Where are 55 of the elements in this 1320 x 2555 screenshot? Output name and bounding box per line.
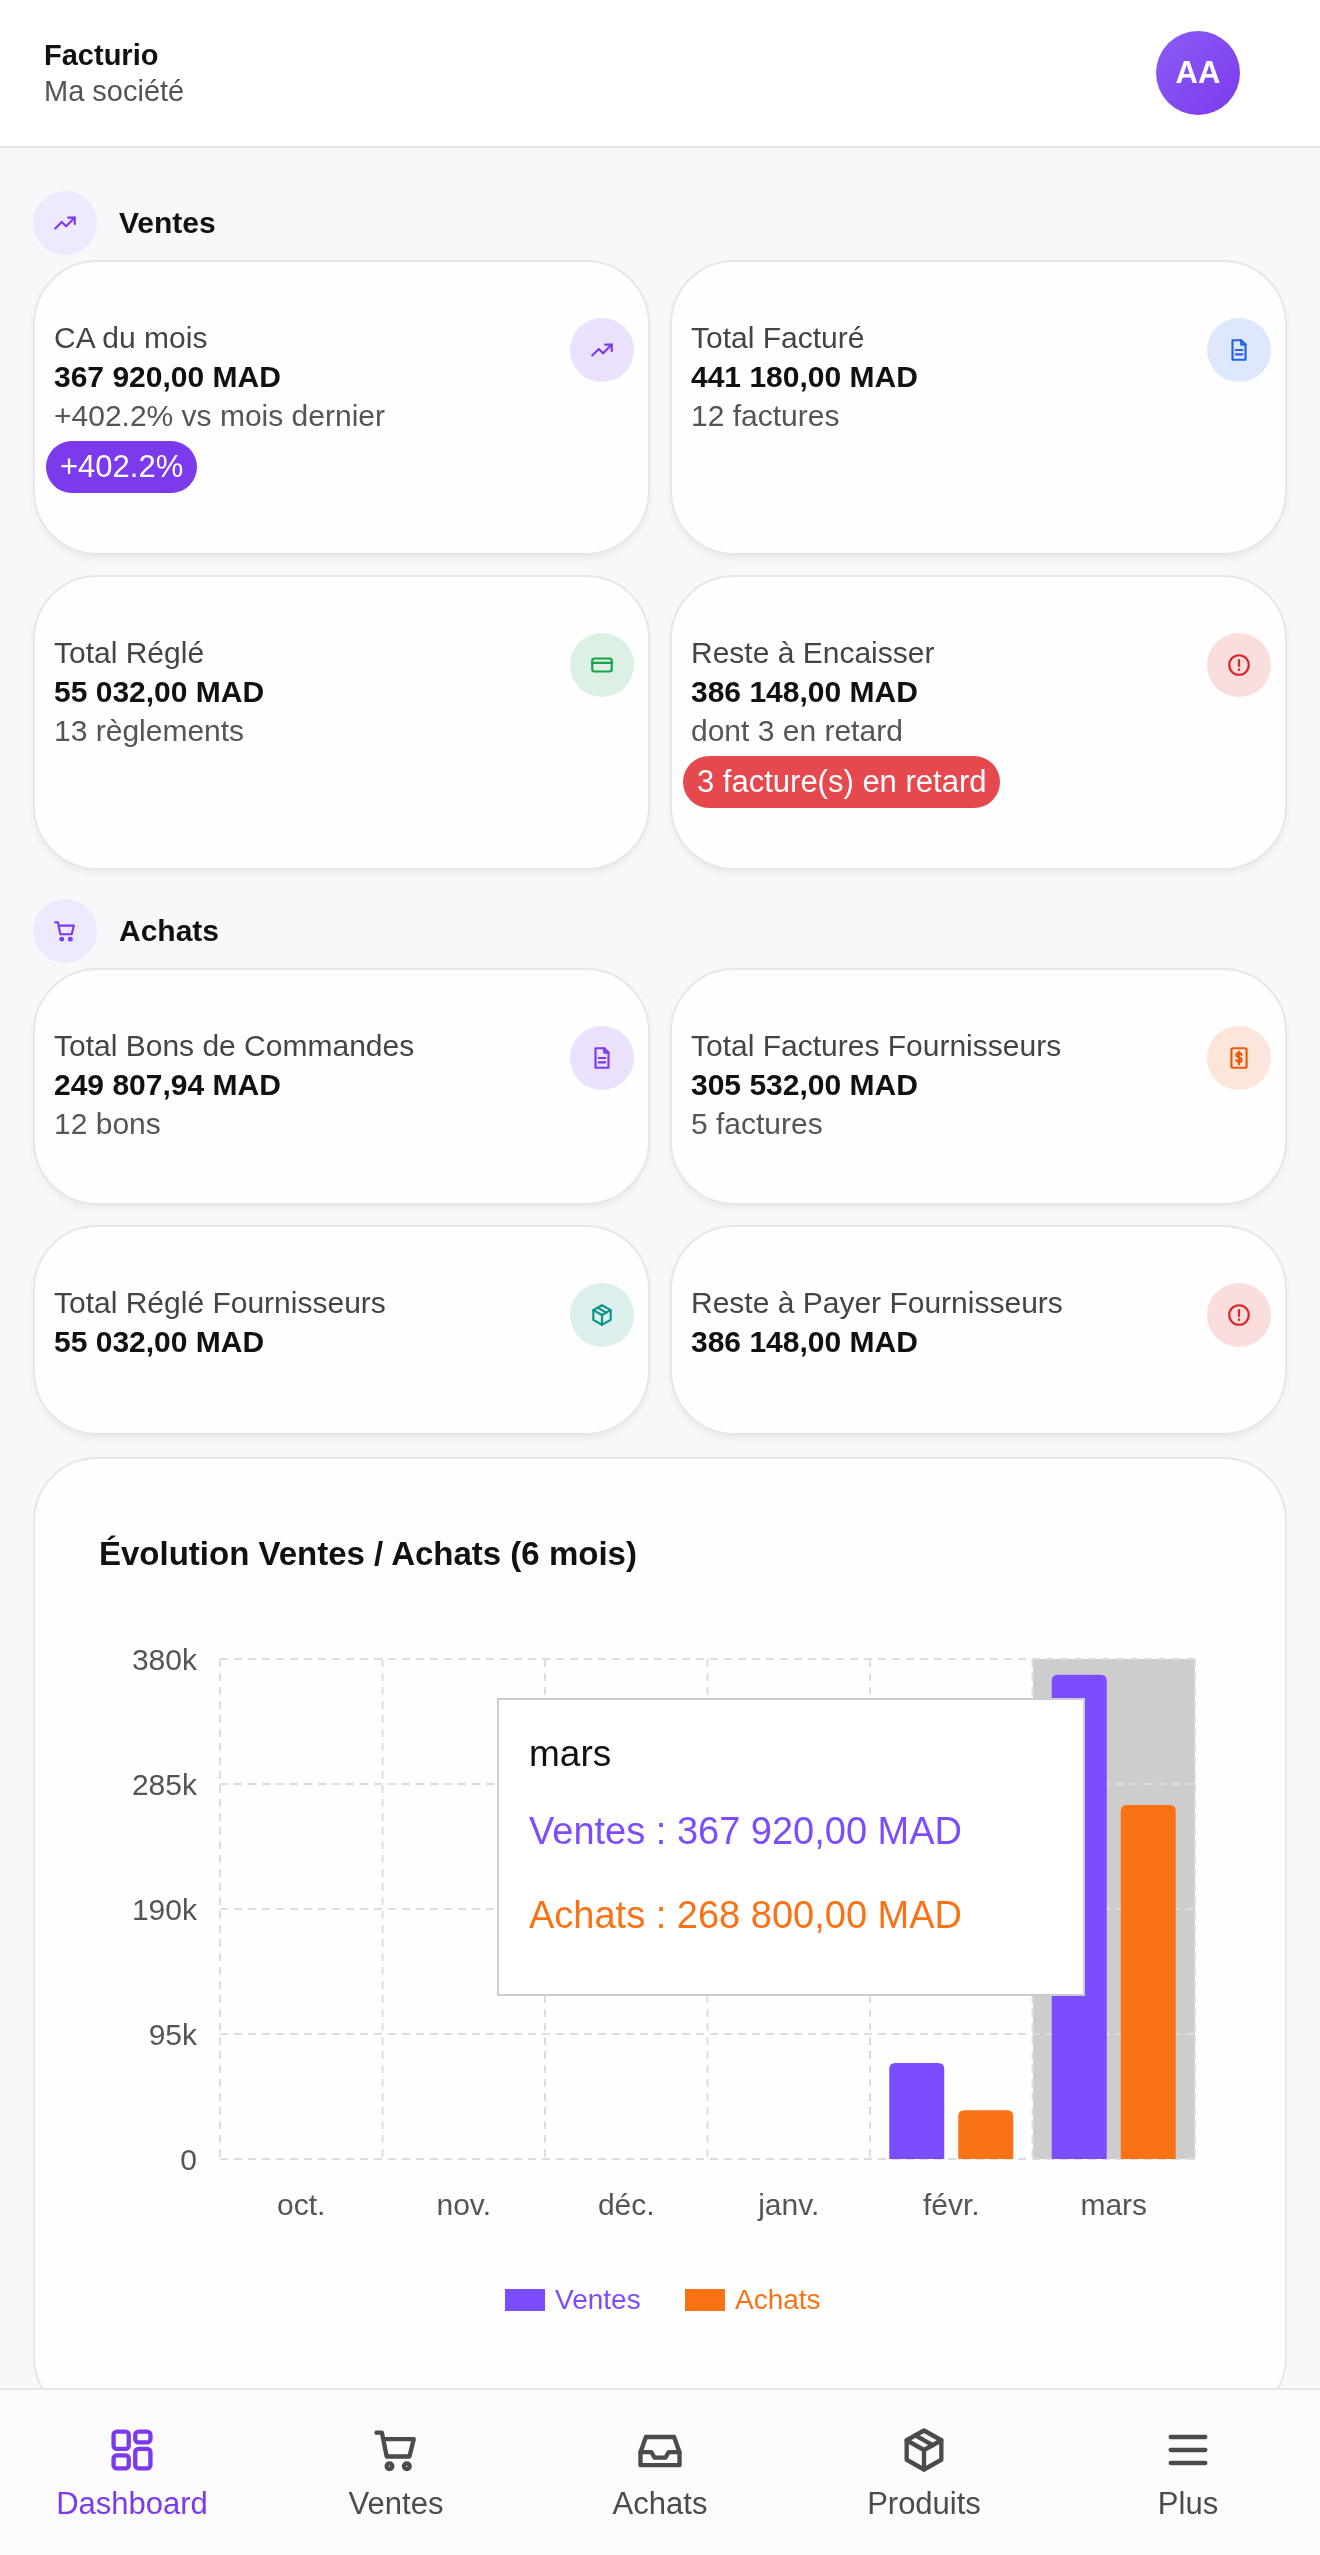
- y-axis-label: 0: [180, 2143, 197, 2176]
- legend-label: Achats: [735, 2284, 821, 2315]
- app-name: Facturio: [44, 38, 160, 73]
- x-axis-label: janv.: [758, 2188, 820, 2221]
- stat-badge: 3 facture(s) en retard: [683, 756, 1001, 808]
- stat-label: Reste à Encaisser: [691, 635, 935, 671]
- x-axis-label: mars: [1080, 2188, 1148, 2221]
- stat-label: CA du mois: [54, 320, 208, 356]
- stat-value: 55 032,00 MAD: [54, 1324, 265, 1360]
- nav-tab[interactable]: Produits: [792, 2390, 1056, 2555]
- stat-detail: +402.2% vs mois dernier: [54, 398, 385, 434]
- stat-value: 386 148,00 MAD: [691, 1324, 918, 1360]
- company-name: Ma société: [44, 74, 185, 109]
- stat-value: 305 532,00 MAD: [691, 1067, 918, 1103]
- stat-detail: 5 factures: [691, 1106, 823, 1142]
- y-axis-label: 285k: [131, 1768, 197, 1801]
- bar: [958, 2110, 1014, 2159]
- cart-icon: [52, 918, 78, 944]
- stat-label: Total Réglé: [54, 635, 205, 671]
- user-avatar[interactable]: AA: [1156, 31, 1240, 115]
- stat-detail: 12 bons: [54, 1106, 161, 1142]
- stat-detail: dont 3 en retard: [691, 713, 903, 749]
- y-axis-label: 190k: [131, 1893, 197, 1926]
- stat-detail: 13 règlements: [54, 713, 245, 749]
- x-axis-label: oct.: [277, 2188, 326, 2221]
- y-axis-label: 95k: [148, 2018, 197, 2051]
- section-title: Achats: [119, 914, 220, 948]
- section-title: Ventes: [119, 206, 216, 240]
- stat-value: 386 148,00 MAD: [691, 674, 918, 710]
- nav-tab[interactable]: Ventes: [264, 2390, 528, 2555]
- stat-label: Total Réglé Fournisseurs: [54, 1285, 386, 1321]
- stat-label: Total Bons de Commandes: [54, 1028, 415, 1064]
- stat-detail: 12 factures: [691, 398, 840, 434]
- x-axis-label: févr.: [922, 2188, 980, 2221]
- legend-item: Ventes: [505, 2284, 641, 2315]
- stat-value: 55 032,00 MAD: [54, 674, 265, 710]
- stat-label: Total Factures Fournisseurs: [691, 1028, 1062, 1064]
- stat-value: 367 920,00 MAD: [54, 359, 281, 395]
- y-axis-label: 380k: [131, 1643, 197, 1676]
- stat-label: Reste à Payer Fournisseurs: [691, 1285, 1063, 1321]
- stat-badge: +402.2%: [46, 441, 198, 493]
- legend-item: Achats: [685, 2284, 821, 2315]
- nav-tab[interactable]: Plus: [1056, 2390, 1320, 2555]
- chart-title: Évolution Ventes / Achats (6 mois): [98, 1534, 638, 1574]
- legend-label: Ventes: [555, 2284, 641, 2315]
- stat-value: 249 807,94 MAD: [54, 1067, 281, 1103]
- stat-value: 441 180,00 MAD: [691, 359, 918, 395]
- nav-tab[interactable]: Dashboard: [0, 2390, 264, 2555]
- tooltip-value: Achats : 268 800,00 MAD: [529, 1893, 964, 1938]
- tooltip-value: Ventes : 367 920,00 MAD: [529, 1809, 964, 1854]
- nav-tab[interactable]: Achats: [528, 2390, 792, 2555]
- tooltip-title: mars: [529, 1732, 613, 1776]
- stat-label: Total Facturé: [691, 320, 865, 356]
- x-axis-label: déc.: [597, 2188, 655, 2221]
- x-axis-label: nov.: [436, 2188, 491, 2221]
